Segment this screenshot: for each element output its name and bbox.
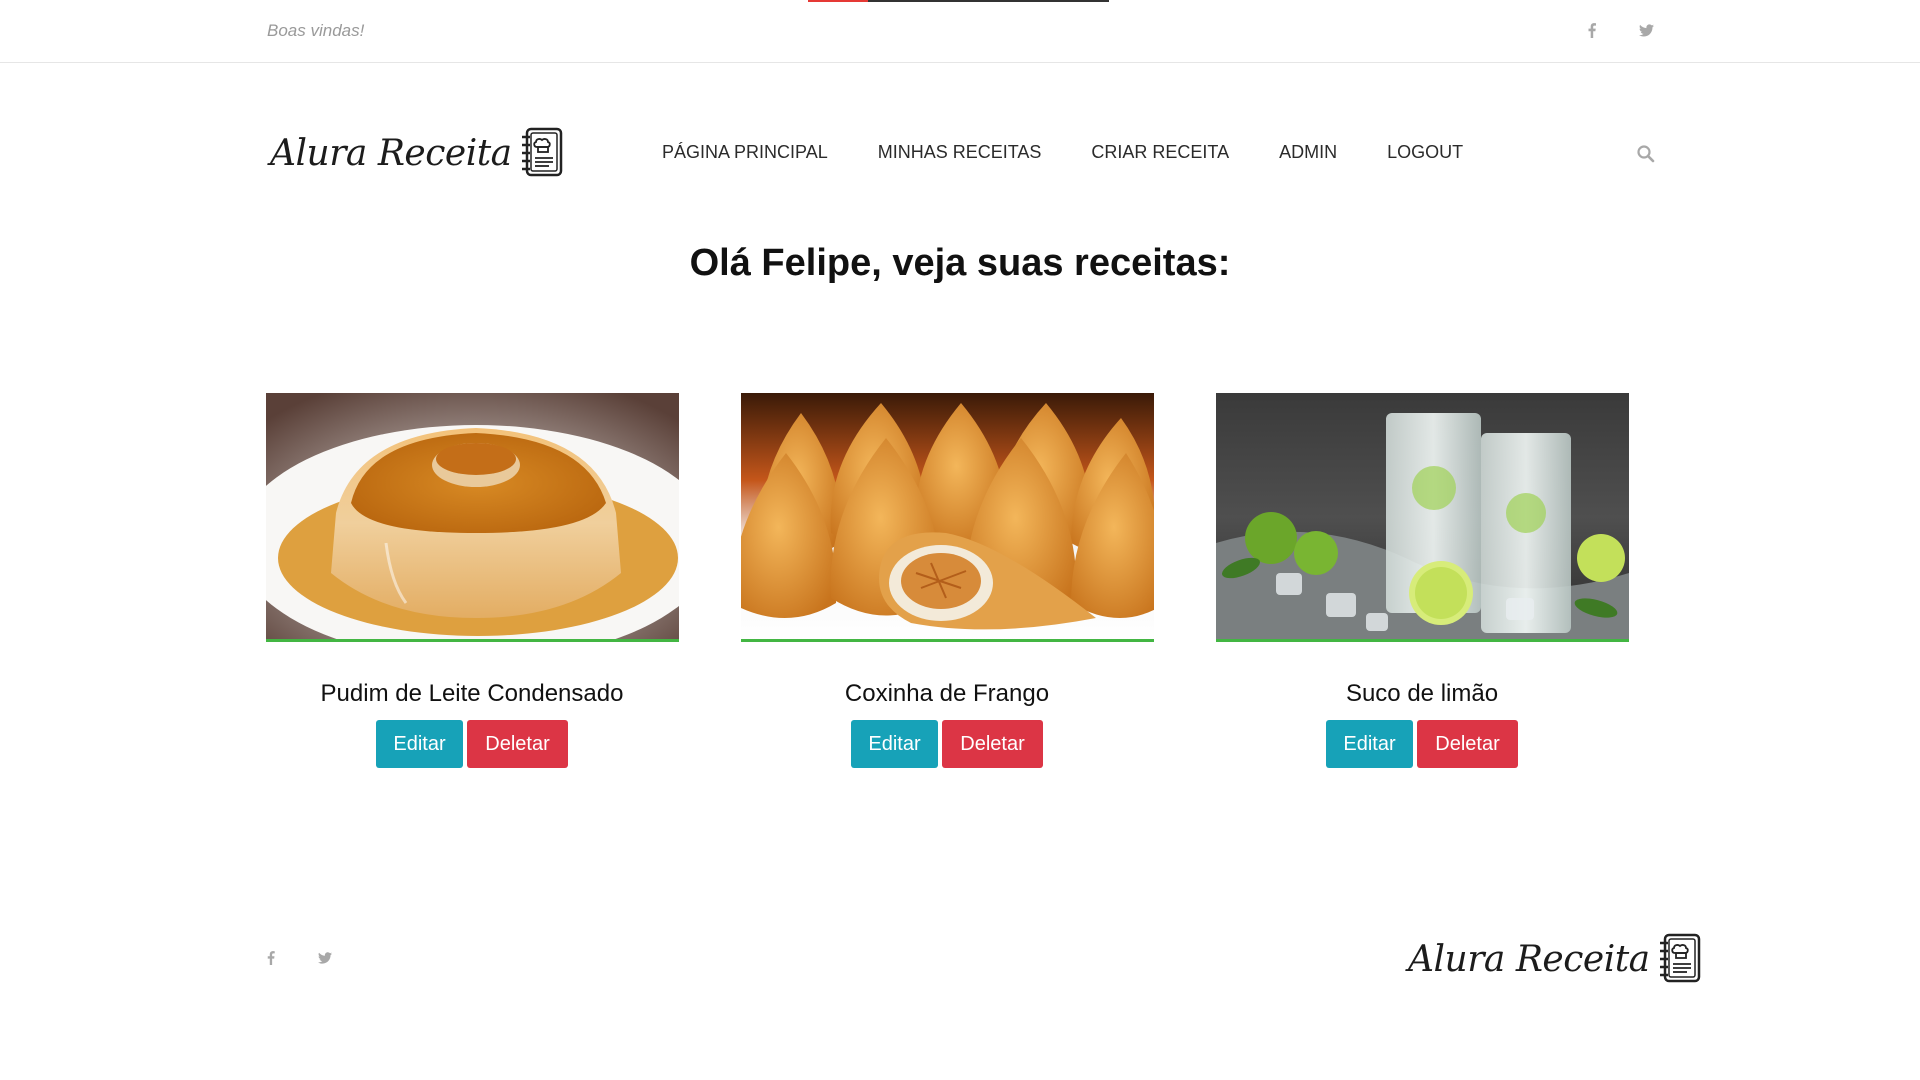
recipe-card: Suco de limão Editar Deletar <box>1216 393 1629 768</box>
recipe-actions: Editar Deletar <box>1192 720 1652 768</box>
recipe-card: Coxinha de Frango Editar Deletar <box>741 393 1154 768</box>
footer-logo[interactable]: Alura Receita <box>1408 930 1704 988</box>
nav-pagina-principal[interactable]: PÁGINA PRINCIPAL <box>662 142 828 163</box>
delete-button[interactable]: Deletar <box>1417 720 1518 768</box>
recipe-image-suco[interactable] <box>1216 393 1629 642</box>
nav-logout[interactable]: LOGOUT <box>1387 142 1463 163</box>
recipe-title: Pudim de Leite Condensado <box>320 680 624 707</box>
edit-button[interactable]: Editar <box>1326 720 1413 768</box>
edit-button[interactable]: Editar <box>376 720 463 768</box>
twitter-icon[interactable] <box>316 948 334 968</box>
recipe-image-coxinha[interactable] <box>741 393 1154 642</box>
site-logo[interactable]: Alura Receita <box>270 124 566 182</box>
delete-button[interactable]: Deletar <box>942 720 1043 768</box>
loading-progress-fill <box>808 0 869 2</box>
recipe-book-icon <box>521 127 562 177</box>
nav-admin[interactable]: ADMIN <box>1279 142 1337 163</box>
recipe-actions: Editar Deletar <box>717 720 1177 768</box>
loading-progress-bar <box>808 0 1109 2</box>
page-title: Olá Felipe, veja suas receitas: <box>689 242 1231 284</box>
logo-text: Alura Receita <box>270 132 512 174</box>
facebook-icon[interactable] <box>1582 19 1602 41</box>
recipe-title: Suco de limão <box>1345 680 1499 707</box>
twitter-icon[interactable] <box>1636 19 1656 41</box>
nav-minhas-receitas[interactable]: MINHAS RECEITAS <box>878 142 1042 163</box>
footer-logo-text: Alura Receita <box>1408 938 1650 980</box>
main-nav: PÁGINA PRINCIPAL MINHAS RECEITAS CRIAR R… <box>662 142 1463 163</box>
recipe-title: Coxinha de Frango <box>844 680 1050 707</box>
recipe-image-pudim[interactable] <box>266 393 679 642</box>
delete-button[interactable]: Deletar <box>467 720 568 768</box>
top-bar: Boas vindas! <box>0 0 1920 63</box>
nav-criar-receita[interactable]: CRIAR RECEITA <box>1091 142 1229 163</box>
recipe-card: Pudim de Leite Condensado Editar Deletar <box>266 393 679 768</box>
facebook-icon[interactable] <box>262 948 280 968</box>
welcome-text: Boas vindas! <box>267 21 365 40</box>
search-icon[interactable] <box>1636 144 1656 164</box>
recipe-book-icon <box>1659 933 1700 983</box>
recipe-actions: Editar Deletar <box>242 720 702 768</box>
edit-button[interactable]: Editar <box>851 720 938 768</box>
